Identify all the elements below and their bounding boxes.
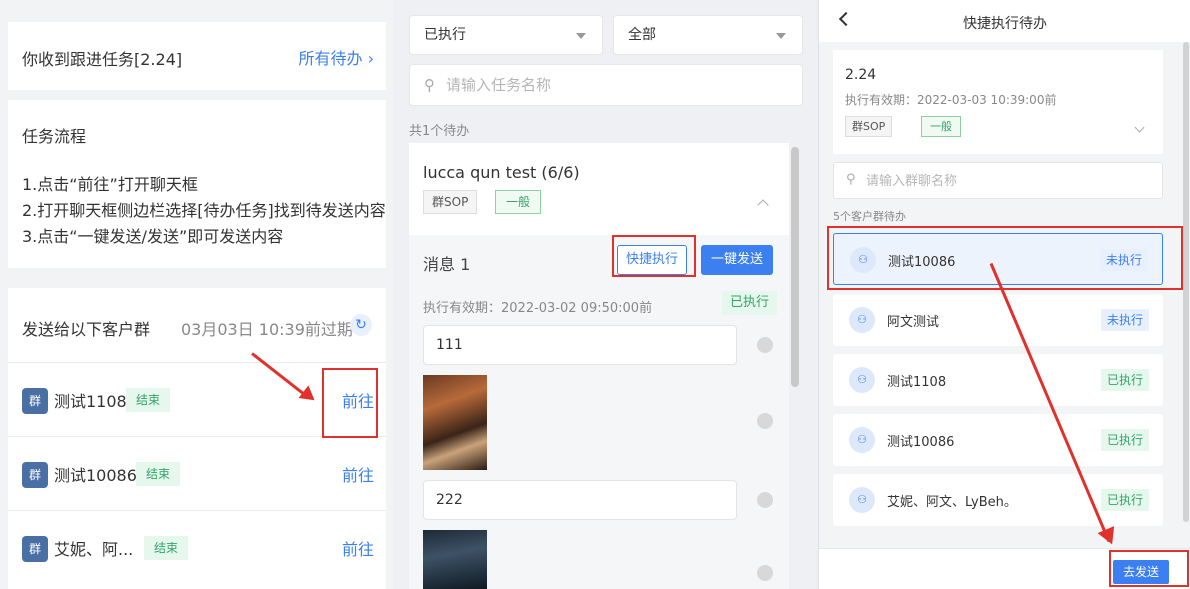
chevron-up-icon[interactable] [757,199,769,211]
status-badge: 结束 [136,462,181,486]
tag-type: 群SOP [423,190,478,214]
annotation-arrowhead-icon [1097,526,1121,548]
highlight-box [827,226,1183,290]
group-avatar-icon: ⚇ [849,487,875,513]
tag-level: 一般 [921,116,961,137]
group-item[interactable]: ⚇ 艾妮、阿文、LyBeh。 已执行 [833,474,1163,526]
refresh-icon[interactable]: ↻ [350,314,372,336]
group-avatar-icon: 群 [22,462,48,488]
expire-time: 03月03日 10:39前过期 [181,320,353,339]
group-avatar-icon: 群 [22,536,48,562]
caret-down-icon [776,33,786,39]
task-flow-card: 任务流程 1.点击“前往”打开聊天框 2.打开聊天框侧边栏选择[待办任务]找到待… [8,100,386,268]
task-list-panel: 已执行 全部 ⚲ 共1个待办 lucca qun test (6/6) 群SOP… [393,0,818,589]
todo-count: 共1个待办 [409,124,470,139]
status-badge: 已执行 [1100,369,1149,391]
one-click-send-button[interactable]: 一键发送 [701,245,774,275]
status-badge: 已执行 [721,291,777,315]
go-link[interactable]: 前往 [342,536,374,560]
group-search-box: ⚲ [833,162,1163,199]
task-title: 你收到跟进任务[2.24] [22,50,183,69]
target-groups-card: 发送给以下客户群 03月03日 10:39前过期 ↻ 群 测试1108 结束 前… [8,288,386,589]
valid-until: 执行有效期：2022-03-03 10:39:00前 [845,93,1057,107]
status-badge: 结束 [126,388,171,412]
status-badge: 已执行 [1100,489,1149,511]
all-todos-label: 所有待办 [298,49,363,68]
group-name: 阿文测试 [887,315,940,330]
flow-step-3: 3.点击“一键发送/发送”即可发送内容 [22,227,284,246]
image-attachment[interactable] [423,530,487,589]
valid-until: 执行有效期：2022-03-02 09:50:00前 [423,301,653,316]
group-name: 艾妮、阿... [54,540,134,559]
status-badge: 未执行 [1100,309,1149,331]
group-name: 艾妮、阿文、LyBeh。 [887,495,1017,510]
group-item[interactable]: ⚇ 测试1108 已执行 [833,354,1163,406]
scrollbar[interactable] [1183,42,1189,522]
scope-filter-select[interactable]: 全部 [613,15,803,55]
status-filter-value: 已执行 [424,27,466,43]
task-card: lucca qun test (6/6) 群SOP 一般 消息 1 快捷执行 一… [409,143,789,589]
task-search-box: ⚲ [409,64,803,106]
group-name: 测试10086 [887,435,955,450]
task-header-card: 你收到跟进任务[2.24] 所有待办 › [8,22,386,90]
search-icon: ⚲ [846,172,856,187]
message-section: 消息 1 快捷执行 一键发送 执行有效期：2022-03-02 09:50:00… [409,235,789,589]
group-name: 测试1108 [887,375,947,390]
group-count: 5个客户群待办 [833,210,906,223]
groups-title: 发送给以下客户群 [22,320,151,339]
tag-type: 群SOP [845,116,893,137]
group-search-input[interactable] [866,171,1146,191]
image-attachment[interactable] [423,375,487,470]
caret-down-icon [576,33,586,39]
status-filter-select[interactable]: 已执行 [409,15,603,55]
scope-filter-value: 全部 [628,27,656,43]
group-avatar-icon: ⚇ [849,427,875,453]
chevron-down-icon[interactable] [1134,122,1145,133]
status-badge: 已执行 [1100,429,1149,451]
send-arrow-icon[interactable] [757,565,773,581]
group-item[interactable]: ⚇ 阿文测试 未执行 [833,294,1163,346]
quick-execute-panel: 快捷执行待办 2.24 执行有效期：2022-03-03 10:39:00前 群… [818,0,1190,589]
all-todos-link[interactable]: 所有待办 › [298,45,374,69]
highlight-box [1109,550,1189,587]
group-row: 群 测试10086 结束 前往 [8,436,386,510]
group-avatar-icon: ⚇ [849,367,875,393]
task-name: 2.24 [845,67,877,83]
group-name: 测试1108 [54,392,127,411]
send-arrow-icon[interactable] [757,413,773,429]
message-title: 消息 1 [423,255,471,274]
search-icon: ⚲ [424,76,435,94]
group-row: 群 艾妮、阿... 结束 前往 [8,510,386,584]
task-info-card: 2.24 执行有效期：2022-03-03 10:39:00前 群SOP 一般 [833,50,1163,154]
highlight-box [322,368,378,438]
quick-execute-header: 快捷执行待办 [819,0,1190,42]
scrollbar[interactable] [791,147,799,387]
message-text-item: 222 [423,480,737,520]
go-link[interactable]: 前往 [342,462,374,486]
group-item[interactable]: ⚇ 测试10086 已执行 [833,414,1163,466]
flow-step-1: 1.点击“前往”打开聊天框 [22,175,198,194]
group-avatar-icon: 群 [22,388,48,414]
status-badge: 结束 [144,536,189,560]
send-arrow-icon[interactable] [757,492,773,508]
flow-title: 任务流程 [22,127,87,146]
message-text-item: 111 [423,325,737,365]
chevron-right-icon: › [367,49,374,68]
tag-level: 一般 [495,190,542,214]
flow-step-2: 2.打开聊天框侧边栏选择[待办任务]找到待发送内容 [22,201,386,220]
task-detail-panel: 你收到跟进任务[2.24] 所有待办 › 任务流程 1.点击“前往”打开聊天框 … [0,0,393,589]
task-search-input[interactable] [446,73,786,97]
group-avatar-icon: ⚇ [849,307,875,333]
send-arrow-icon[interactable] [757,337,773,353]
group-name: 测试10086 [54,466,137,485]
panel-title: 快捷执行待办 [963,16,1047,32]
task-name: lucca qun test (6/6) [423,163,580,182]
highlight-box [612,235,696,277]
